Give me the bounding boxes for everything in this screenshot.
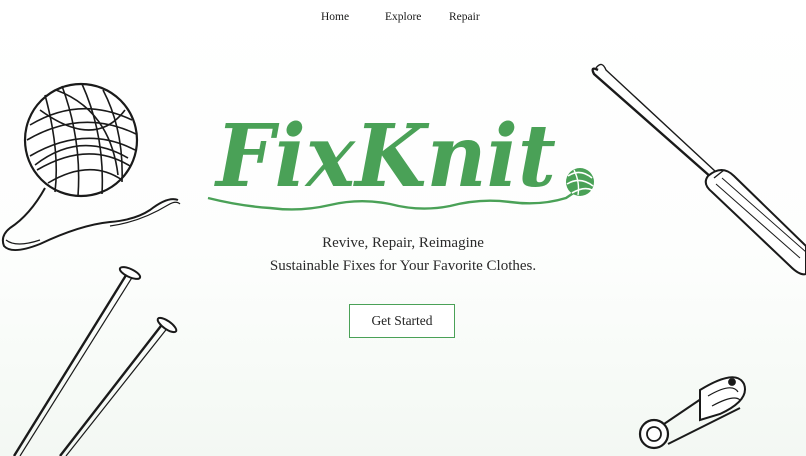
logo-wordmark: FixKnit bbox=[213, 106, 556, 207]
logo-yarn-ball-icon bbox=[566, 168, 594, 196]
tagline-primary: Revive, Repair, Reimagine bbox=[322, 235, 484, 251]
logo: FixKnit bbox=[207, 106, 594, 211]
get-started-button[interactable]: Get Started bbox=[349, 304, 455, 338]
tagline-secondary: Sustainable Fixes for Your Favorite Clot… bbox=[269, 258, 537, 274]
